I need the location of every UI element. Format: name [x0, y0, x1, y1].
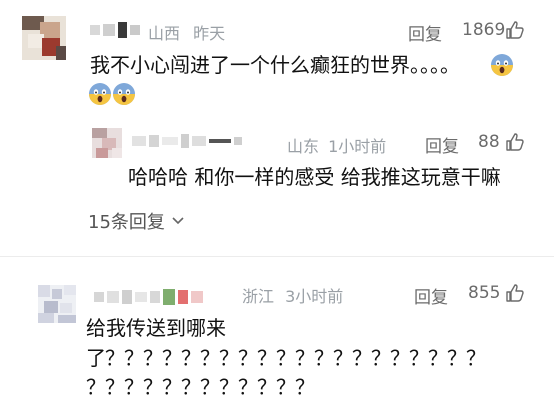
scream-emoji-icon: [112, 82, 136, 106]
reply-1-reply-button[interactable]: 回复: [425, 132, 459, 157]
replies-toggle-label: 15条回复: [88, 212, 165, 233]
replies-toggle[interactable]: 15条回复: [88, 208, 185, 234]
comment-1-reply-button[interactable]: 回复: [408, 20, 442, 45]
comment-1-like-count: 1869: [462, 20, 506, 40]
comment-3-time: 3小时前: [285, 287, 344, 306]
chevron-down-icon: [172, 217, 184, 225]
scream-emoji-icon: [88, 82, 112, 106]
comment-3-text-line-3: ？？？？？？？？？？？？: [86, 375, 315, 399]
comment-3-reply-button[interactable]: 回复: [414, 283, 448, 308]
comment-1-time: 昨天: [193, 24, 226, 43]
reply-1-location: 山东: [287, 137, 320, 156]
reply-1-time: 1小时前: [328, 137, 387, 156]
comment-3-username-blurred[interactable]: [94, 289, 203, 305]
comment-3-text-line-2: 了？？？？？？？？？？？？？？？？？？？？: [86, 346, 486, 370]
comment-1-location: 山西: [148, 24, 181, 43]
reply-1-username-blurred[interactable]: [132, 134, 242, 148]
comment-1-username-blurred[interactable]: [90, 22, 140, 38]
comment-3-avatar[interactable]: [38, 285, 76, 323]
reply-1-like-count: 88: [478, 132, 500, 152]
comment-1-text: 我不小心闯进了一个什么癫狂的世界。。。。: [90, 53, 460, 77]
comment-divider: [0, 256, 554, 257]
comment-3-location: 浙江: [242, 287, 275, 306]
scream-emoji-icon: [490, 53, 514, 77]
comment-1-avatar[interactable]: [22, 16, 66, 60]
comment-3-text-line-1: 给我传送到哪来: [86, 316, 226, 340]
reply-1-like-icon[interactable]: [505, 132, 525, 152]
comment-3-like-count: 855: [468, 283, 501, 303]
comment-1-like-icon[interactable]: [505, 20, 525, 40]
comment-3-like-icon[interactable]: [505, 283, 525, 303]
reply-1-text: 哈哈哈 和你一样的感受 给我推这玩意干嘛: [128, 165, 501, 189]
reply-1-avatar[interactable]: [92, 128, 122, 158]
